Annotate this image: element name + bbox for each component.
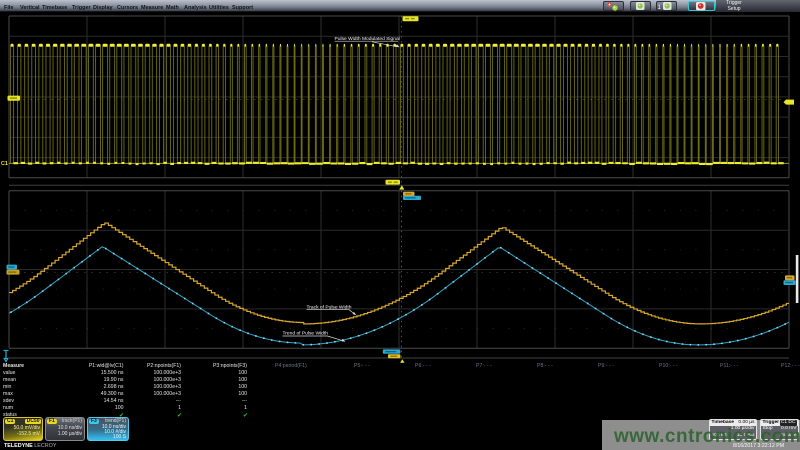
svg-text:1: 1 xyxy=(658,5,662,11)
svg-text:C1: C1 xyxy=(1,161,8,167)
